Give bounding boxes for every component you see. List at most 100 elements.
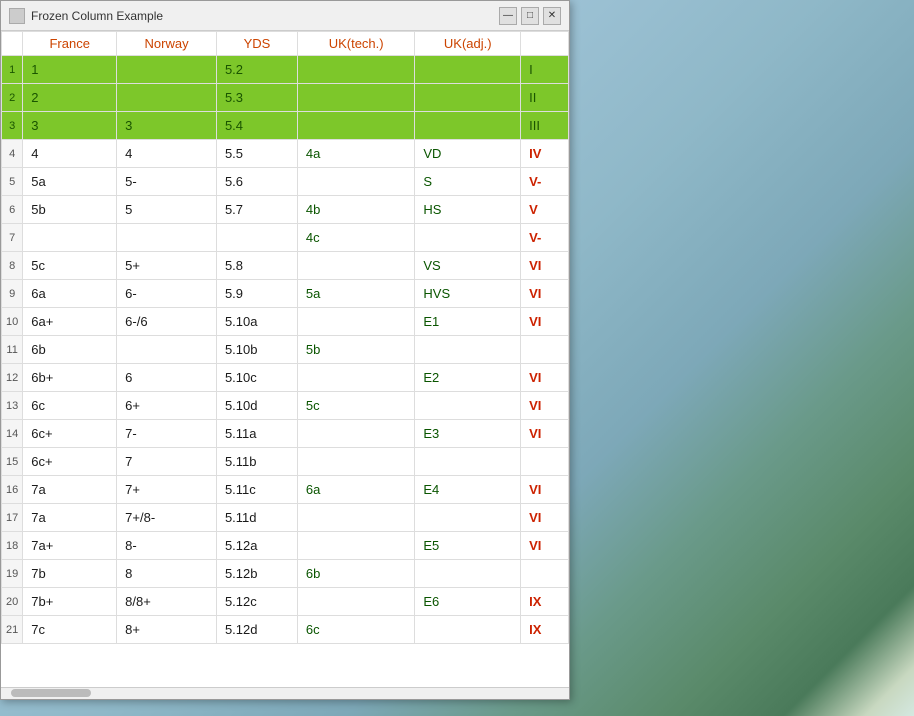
table-body: 115.2I225.3II3335.4III4445.54aVDIV55a5-5… bbox=[2, 56, 569, 644]
cell-uk-tech: 6c bbox=[297, 616, 414, 644]
title-bar: Frozen Column Example — □ ✕ bbox=[1, 1, 569, 31]
table-row: 156c+75.11b bbox=[2, 448, 569, 476]
cell-uk-adj: E2 bbox=[415, 364, 521, 392]
scrollbar-area[interactable] bbox=[1, 687, 569, 699]
header-rownum bbox=[2, 32, 23, 56]
cell-yds: 5.11b bbox=[216, 448, 297, 476]
table-row: 3335.4III bbox=[2, 112, 569, 140]
table-row: 74cV- bbox=[2, 224, 569, 252]
cell-yds: 5.11a bbox=[216, 420, 297, 448]
table-row: 85c5+5.8VSVI bbox=[2, 252, 569, 280]
table-row: 207b+8/8+5.12cE6IX bbox=[2, 588, 569, 616]
cell-rownum: 12 bbox=[2, 364, 23, 392]
table-row: 136c6+5.10d5cVI bbox=[2, 392, 569, 420]
cell-rownum: 13 bbox=[2, 392, 23, 420]
table-row: 126b+65.10cE2VI bbox=[2, 364, 569, 392]
cell-norway: 5 bbox=[117, 196, 217, 224]
cell-uk-tech bbox=[297, 252, 414, 280]
cell-uk-adj: VD bbox=[415, 140, 521, 168]
table-row: 177a7+/8-5.11dVI bbox=[2, 504, 569, 532]
cell-rownum: 6 bbox=[2, 196, 23, 224]
cell-norway: 6+ bbox=[117, 392, 217, 420]
cell-uiaa: VI bbox=[521, 308, 569, 336]
window-icon bbox=[9, 8, 25, 24]
table-row: 116b5.10b5b bbox=[2, 336, 569, 364]
cell-norway: 8 bbox=[117, 560, 217, 588]
cell-rownum: 5 bbox=[2, 168, 23, 196]
cell-uk-tech bbox=[297, 364, 414, 392]
cell-uk-adj: E3 bbox=[415, 420, 521, 448]
cell-france: 7b bbox=[23, 560, 117, 588]
cell-yds: 5.12b bbox=[216, 560, 297, 588]
cell-norway: 3 bbox=[117, 112, 217, 140]
cell-uiaa: VI bbox=[521, 280, 569, 308]
cell-norway: 7+ bbox=[117, 476, 217, 504]
cell-france: 2 bbox=[23, 84, 117, 112]
header-uk-tech: UK(tech.) bbox=[297, 32, 414, 56]
cell-yds: 5.12c bbox=[216, 588, 297, 616]
scrollbar-thumb[interactable] bbox=[11, 689, 91, 697]
cell-uk-adj: VS bbox=[415, 252, 521, 280]
table-row: 146c+7-5.11aE3VI bbox=[2, 420, 569, 448]
table-container[interactable]: France Norway YDS UK(tech.) UK(adj.) 115… bbox=[1, 31, 569, 687]
cell-rownum: 20 bbox=[2, 588, 23, 616]
cell-norway bbox=[117, 56, 217, 84]
cell-france: 6b+ bbox=[23, 364, 117, 392]
cell-france: 6c bbox=[23, 392, 117, 420]
header-norway: Norway bbox=[117, 32, 217, 56]
window-title: Frozen Column Example bbox=[31, 9, 163, 23]
maximize-button[interactable]: □ bbox=[521, 7, 539, 25]
cell-france bbox=[23, 224, 117, 252]
cell-rownum: 7 bbox=[2, 224, 23, 252]
cell-uk-adj: HS bbox=[415, 196, 521, 224]
cell-uk-tech bbox=[297, 588, 414, 616]
cell-uk-tech bbox=[297, 504, 414, 532]
cell-uk-adj bbox=[415, 616, 521, 644]
cell-uk-adj bbox=[415, 56, 521, 84]
cell-yds: 5.9 bbox=[216, 280, 297, 308]
cell-norway bbox=[117, 336, 217, 364]
cell-france: 7b+ bbox=[23, 588, 117, 616]
header-france: France bbox=[23, 32, 117, 56]
close-button[interactable]: ✕ bbox=[543, 7, 561, 25]
cell-france: 7c bbox=[23, 616, 117, 644]
cell-uiaa: V- bbox=[521, 224, 569, 252]
cell-rownum: 15 bbox=[2, 448, 23, 476]
cell-yds: 5.6 bbox=[216, 168, 297, 196]
cell-uk-tech bbox=[297, 448, 414, 476]
cell-rownum: 2 bbox=[2, 84, 23, 112]
cell-france: 5c bbox=[23, 252, 117, 280]
cell-uiaa: VI bbox=[521, 364, 569, 392]
minimize-button[interactable]: — bbox=[499, 7, 517, 25]
table-row: 115.2I bbox=[2, 56, 569, 84]
cell-uiaa: VI bbox=[521, 476, 569, 504]
cell-uk-adj: E1 bbox=[415, 308, 521, 336]
cell-yds: 5.4 bbox=[216, 112, 297, 140]
cell-uk-adj bbox=[415, 336, 521, 364]
cell-france: 6a bbox=[23, 280, 117, 308]
cell-rownum: 14 bbox=[2, 420, 23, 448]
cell-uiaa: I bbox=[521, 56, 569, 84]
cell-rownum: 19 bbox=[2, 560, 23, 588]
table-row: 4445.54aVDIV bbox=[2, 140, 569, 168]
cell-uk-adj bbox=[415, 112, 521, 140]
table-row: 106a+6-/65.10aE1VI bbox=[2, 308, 569, 336]
cell-uiaa: II bbox=[521, 84, 569, 112]
cell-uk-adj bbox=[415, 84, 521, 112]
header-yds: YDS bbox=[216, 32, 297, 56]
cell-rownum: 9 bbox=[2, 280, 23, 308]
cell-uk-adj: E6 bbox=[415, 588, 521, 616]
cell-yds: 5.12a bbox=[216, 532, 297, 560]
cell-france: 1 bbox=[23, 56, 117, 84]
cell-uk-tech bbox=[297, 420, 414, 448]
data-table: France Norway YDS UK(tech.) UK(adj.) 115… bbox=[1, 31, 569, 644]
cell-uk-adj bbox=[415, 504, 521, 532]
cell-france: 7a bbox=[23, 476, 117, 504]
cell-uiaa: III bbox=[521, 112, 569, 140]
cell-norway: 7- bbox=[117, 420, 217, 448]
cell-yds bbox=[216, 224, 297, 252]
cell-yds: 5.11c bbox=[216, 476, 297, 504]
cell-france: 6a+ bbox=[23, 308, 117, 336]
cell-uk-adj: S bbox=[415, 168, 521, 196]
cell-uiaa: V bbox=[521, 196, 569, 224]
